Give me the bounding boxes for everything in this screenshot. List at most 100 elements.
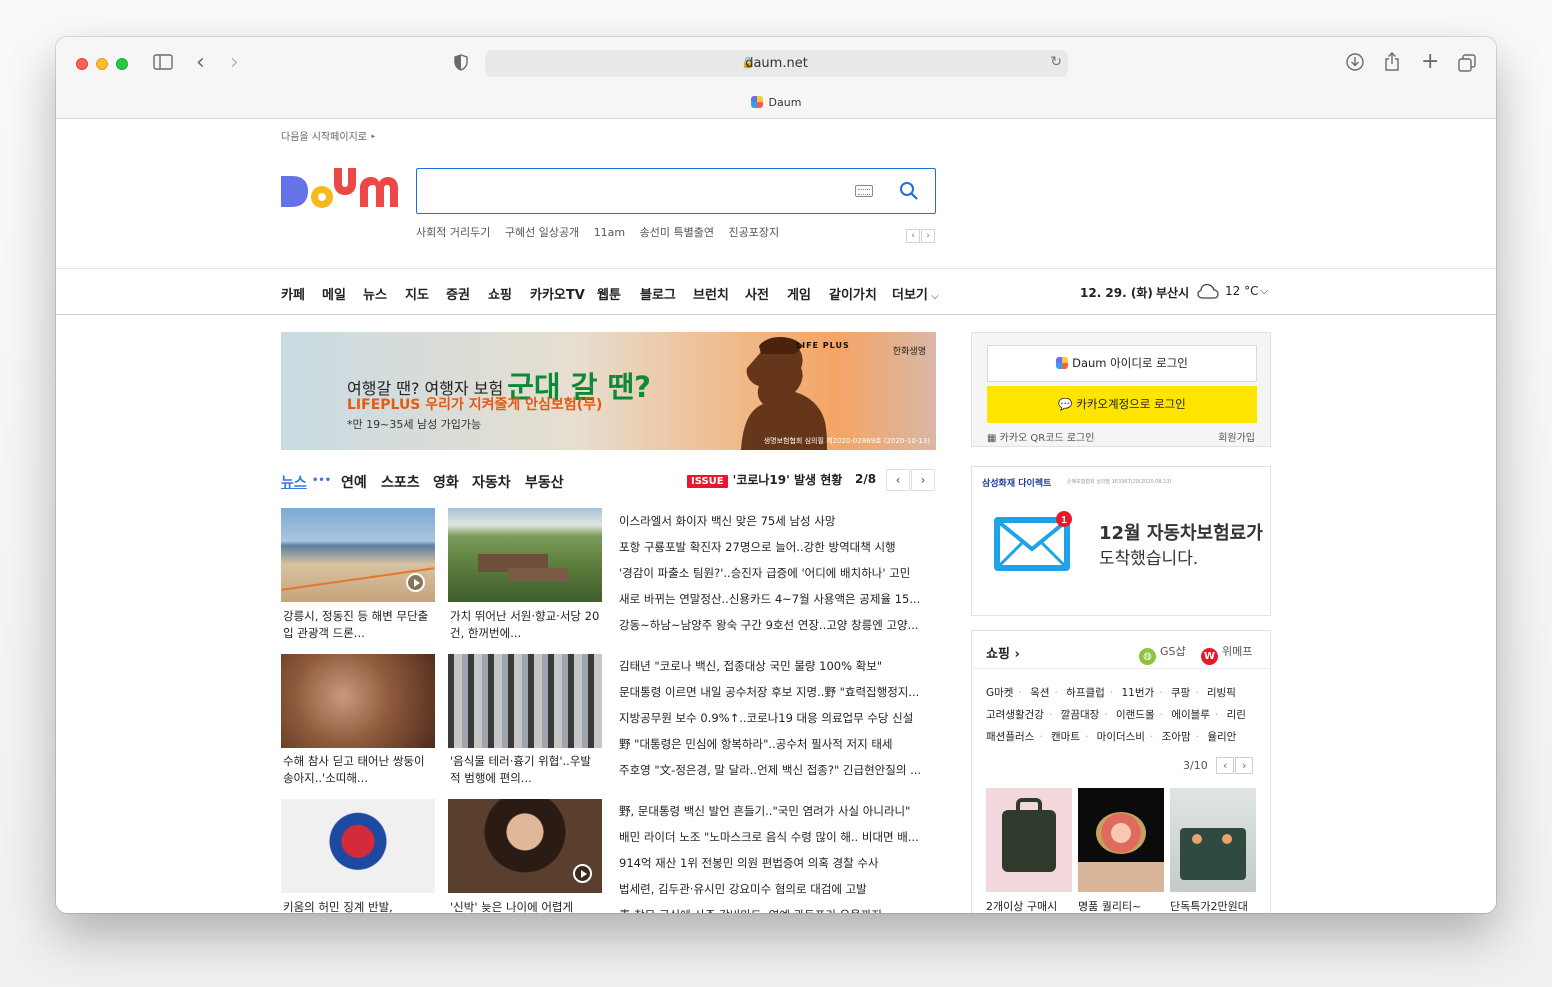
nav-game[interactable]: 게임	[787, 284, 811, 303]
news-caption[interactable]: 수해 참사 딛고 태어난 쌍둥이 송아지..'소띠해...	[283, 753, 433, 787]
news-caption[interactable]: 가치 뛰어난 서원·향교·서당 20건, 한꺼번에...	[450, 608, 600, 642]
sidebar-icon[interactable]	[153, 54, 173, 75]
news-thumbnail[interactable]	[281, 799, 435, 893]
tab-car[interactable]: 자동차	[472, 472, 511, 492]
headline-item[interactable]: 지방공무원 보수 0.9%↑..코로나19 대응 의료업무 수당 신설	[619, 705, 933, 731]
product-caption[interactable]: 단독특가2만원대	[1170, 898, 1248, 913]
qr-login-link[interactable]: ▦ 카카오 QR코드 로그인	[987, 429, 1094, 444]
news-caption[interactable]: 키움의 허민 징계 반발,	[283, 899, 433, 913]
headline-item[interactable]: 野, 문대통령 백신 발언 흔들기.."국민 염려가 사실 아니라니"	[619, 798, 933, 824]
shop-link[interactable]: 리린	[1227, 709, 1246, 721]
signup-link[interactable]: 회원가입	[1218, 429, 1255, 444]
address-bar[interactable]: 🔒 daum.net ↻	[485, 50, 1068, 77]
news-thumbnail[interactable]	[448, 508, 602, 602]
tab-movie[interactable]: 영화	[433, 472, 459, 492]
headline-item[interactable]: '경감이 파출소 팀원?'..승진자 급증에 '어디에 배치하나' 고민	[619, 560, 933, 586]
shop-link[interactable]: 깔끔대장	[1061, 709, 1100, 721]
banner-ad[interactable]: 여행갈 땐? 여행자 보험 군대 갈 땐? LIFEPLUS 우리가 지켜줄게 안…	[281, 332, 936, 450]
headline-item[interactable]: 靑 참모 급식에 사주 감비마드..연예 관토프리 유용까지	[619, 902, 933, 913]
forward-icon[interactable]: ›	[230, 52, 239, 74]
privacy-shield-icon[interactable]	[454, 54, 468, 76]
minimize-window-button[interactable]	[96, 58, 108, 70]
headline-item[interactable]: 법세련, 김두관·유시민 강요미수 혐의로 대검에 고발	[619, 876, 933, 902]
headline-item[interactable]: 새로 바뀌는 연말정산..신용카드 4~7월 사용액은 공제율 15...	[619, 586, 933, 612]
chevron-left-icon[interactable]: ‹	[906, 229, 920, 243]
tab-entertainment[interactable]: 연예	[341, 472, 367, 492]
nav-more[interactable]: 더보기 ⌵	[892, 284, 939, 303]
weather-dropdown-icon[interactable]: ⌵	[1260, 284, 1268, 298]
shop-link[interactable]: 율리안	[1207, 731, 1236, 743]
shop-link[interactable]: 마이더스비	[1097, 731, 1145, 743]
shop-link[interactable]: 쿠팡	[1171, 687, 1190, 699]
news-caption[interactable]: 강릉시, 정동진 등 해변 무단출입 관광객 드론...	[283, 608, 433, 642]
headline-item[interactable]: 문대통령 이르면 내일 공수처장 후보 지명..野 "효력집행정지...	[619, 679, 933, 705]
shop-link[interactable]: 하프클럽	[1066, 687, 1105, 699]
start-page-link[interactable]: 다음을 시작페이지로 ‣	[281, 128, 376, 143]
gs-shop-link[interactable]: ◍ GS샵	[1139, 643, 1186, 665]
downloads-icon[interactable]	[1346, 53, 1364, 76]
chevron-right-icon[interactable]: ›	[921, 229, 935, 243]
product-thumbnail[interactable]	[1170, 788, 1256, 892]
daum-login-button[interactable]: Daum 아이디로 로그인	[987, 345, 1257, 382]
news-thumbnail[interactable]	[448, 799, 602, 893]
tab-news[interactable]: 뉴스	[281, 472, 307, 492]
headline-item[interactable]: 김태년 "코로나 백신, 접종대상 국민 물량 100% 확보"	[619, 653, 933, 679]
nav-kakaotv[interactable]: 카카오TV	[530, 284, 585, 303]
search-icon[interactable]	[899, 181, 919, 201]
headline-item[interactable]: 주호영 "文-정은경, 말 달라..언제 백신 접종?" 긴급현안질의 ...	[619, 757, 933, 783]
product-thumbnail[interactable]	[986, 788, 1072, 892]
daum-logo[interactable]	[281, 166, 401, 216]
new-tab-icon[interactable]: +	[1421, 51, 1439, 73]
shop-link[interactable]: G마켓	[986, 687, 1013, 699]
nav-news[interactable]: 뉴스	[363, 284, 387, 303]
chevron-left-icon[interactable]: ‹	[1216, 757, 1235, 774]
keyboard-icon[interactable]	[855, 185, 873, 197]
headline-item[interactable]: 포항 구룡포발 확진자 27명으로 늘어..강한 방역대책 시행	[619, 534, 933, 560]
tab-overview-icon[interactable]	[1458, 54, 1476, 77]
product-caption[interactable]: 2개이상 구매시	[986, 898, 1057, 913]
zoom-window-button[interactable]	[116, 58, 128, 70]
headline-item[interactable]: 이스라엘서 화이자 백신 맞은 75세 남성 사망	[619, 508, 933, 534]
news-thumbnail[interactable]	[281, 654, 435, 748]
insurance-ad[interactable]: 삼성화재 다이렉트 손해보험협회 심의필 163367(20(2020.08.1…	[971, 466, 1271, 616]
product-thumbnail[interactable]	[1078, 788, 1164, 892]
chevron-left-icon[interactable]: ‹	[886, 469, 910, 491]
nav-map[interactable]: 지도	[405, 284, 429, 303]
headline-item[interactable]: 강동~하남~남양주 왕숙 구간 9호선 연장..고양 창릉엔 고양...	[619, 612, 933, 638]
chevron-right-icon[interactable]: ›	[1235, 757, 1254, 774]
wemakeprice-link[interactable]: W 위메프	[1201, 643, 1252, 665]
headline-item[interactable]: 野 "대통령은 민심에 항복하라"..공수처 필사적 저지 태세	[619, 731, 933, 757]
nav-webtoon[interactable]: 웹툰	[597, 284, 621, 303]
reload-icon[interactable]: ↻	[1050, 54, 1062, 70]
nav-dictionary[interactable]: 사전	[745, 284, 769, 303]
share-icon[interactable]	[1384, 52, 1400, 77]
shop-link[interactable]: 옥션	[1030, 687, 1049, 699]
shop-link[interactable]: 조아맘	[1162, 731, 1191, 743]
product-caption[interactable]: 명품 퀄리티~	[1078, 898, 1141, 913]
shop-link[interactable]: 캔마트	[1051, 731, 1080, 743]
shop-link[interactable]: 이랜드몰	[1116, 709, 1155, 721]
trending-keyword[interactable]: 사회적 거리두기	[416, 226, 490, 239]
shop-link[interactable]: 11번가	[1122, 687, 1155, 699]
nav-shopping[interactable]: 쇼핑	[488, 284, 512, 303]
shop-link[interactable]: 에이블루	[1171, 709, 1210, 721]
tab-sports[interactable]: 스포츠	[381, 472, 420, 492]
nav-cafe[interactable]: 카페	[281, 284, 305, 303]
nav-together[interactable]: 같이가치	[829, 284, 877, 303]
trending-keyword[interactable]: 송선미 특별출연	[640, 226, 714, 239]
news-caption[interactable]: '음식물 테러·흉기 위협'..우발적 범행에 편의...	[450, 753, 600, 787]
trending-keyword[interactable]: 구혜선 일상공개	[505, 226, 579, 239]
nav-brunch[interactable]: 브런치	[693, 284, 729, 303]
shop-link[interactable]: 리빙픽	[1207, 687, 1236, 699]
weather-city[interactable]: 부산시	[1156, 284, 1189, 301]
trending-keyword[interactable]: 11am	[594, 226, 625, 239]
active-tab[interactable]: Daum	[56, 96, 1496, 109]
nav-stock[interactable]: 증권	[446, 284, 470, 303]
kakao-login-button[interactable]: 💬 카카오계정으로 로그인	[987, 386, 1257, 423]
chevron-right-icon[interactable]: ›	[911, 469, 935, 491]
close-window-button[interactable]	[76, 58, 88, 70]
news-thumbnail[interactable]	[281, 508, 435, 602]
tab-realestate[interactable]: 부동산	[525, 472, 564, 492]
headline-item[interactable]: 배민 라이더 노조 "노마스크로 음식 수령 많이 해.. 비대면 배...	[619, 824, 933, 850]
trending-keyword[interactable]: 진공포장지	[728, 226, 779, 239]
